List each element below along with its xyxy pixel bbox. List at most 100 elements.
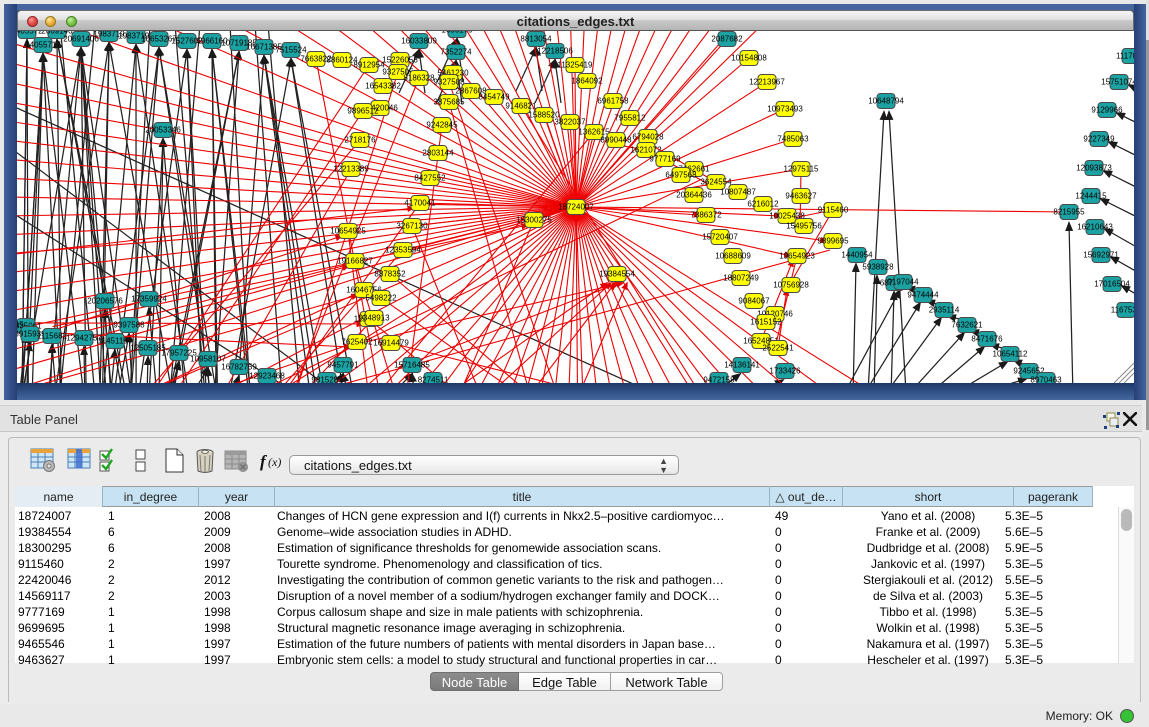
- svg-text:3267130: 3267130: [396, 222, 428, 231]
- svg-text:8454749: 8454749: [478, 93, 510, 102]
- svg-text:10973493: 10973493: [767, 105, 803, 114]
- svg-text:2522541: 2522541: [762, 344, 794, 353]
- svg-text:2087682: 2087682: [711, 35, 743, 44]
- svg-text:17359924: 17359924: [131, 295, 167, 304]
- svg-text:15495756: 15495756: [786, 222, 822, 231]
- svg-text:10648794: 10648794: [868, 97, 904, 106]
- svg-text:8186328: 8186328: [403, 74, 435, 83]
- svg-text:16782759: 16782759: [221, 363, 257, 372]
- svg-text:f: f: [260, 452, 268, 471]
- svg-text:7386372: 7386372: [690, 211, 722, 220]
- svg-text:9397588: 9397588: [113, 321, 145, 330]
- svg-text:12975115: 12975115: [784, 165, 820, 174]
- svg-text:16210643: 16210643: [1077, 223, 1113, 232]
- svg-text:7485063: 7485063: [777, 135, 809, 144]
- svg-text:1244415: 1244415: [1075, 192, 1107, 201]
- svg-text:9457791: 9457791: [327, 361, 359, 370]
- svg-text:16914479: 16914479: [373, 339, 409, 348]
- svg-text:2935114: 2935114: [929, 306, 960, 315]
- svg-text:15226058: 15226058: [382, 56, 418, 65]
- svg-text:6497568: 6497568: [665, 171, 697, 180]
- svg-text:10654112: 10654112: [993, 350, 1029, 359]
- svg-text:9146821: 9146821: [505, 102, 537, 111]
- svg-text:12213967: 12213967: [749, 78, 785, 87]
- svg-text:9197044: 9197044: [887, 278, 919, 287]
- svg-text:1510045: 1510045: [17, 321, 24, 330]
- svg-text:1615152: 1615152: [750, 318, 782, 327]
- svg-text:7625402: 7625402: [341, 338, 373, 347]
- svg-text:10688609: 10688609: [715, 252, 751, 261]
- svg-text:20364436: 20364436: [676, 191, 712, 200]
- svg-text:7955812: 7955812: [614, 114, 646, 123]
- svg-text:1405572: 1405572: [17, 31, 43, 36]
- svg-text:20206576: 20206576: [87, 297, 123, 306]
- svg-text:8274511: 8274511: [418, 376, 449, 384]
- svg-text:9129966: 9129966: [1091, 106, 1123, 115]
- svg-text:9899695: 9899695: [817, 237, 849, 246]
- svg-text:19654923: 19654923: [779, 252, 815, 261]
- svg-text:6794028: 6794028: [632, 133, 664, 142]
- svg-text:12093873: 12093873: [1076, 164, 1112, 173]
- svg-text:19384554: 19384554: [599, 270, 635, 279]
- svg-text:9472158: 9472158: [703, 376, 735, 384]
- svg-text:6961758: 6961758: [597, 97, 629, 106]
- svg-text:5498222: 5498222: [365, 294, 397, 303]
- svg-text:1696175: 1696175: [441, 31, 473, 35]
- svg-text:15716485: 15716485: [394, 361, 430, 370]
- svg-text:9815283: 9815283: [311, 376, 343, 384]
- svg-text:18724007: 18724007: [558, 203, 594, 212]
- svg-text:8990448: 8990448: [600, 136, 632, 145]
- svg-text:3875685: 3875685: [433, 98, 465, 107]
- svg-text:15751074: 15751074: [1101, 78, 1134, 87]
- svg-text:16543382: 16543382: [365, 82, 401, 91]
- svg-text:9115460: 9115460: [818, 206, 849, 215]
- svg-text:12923468: 12923468: [249, 372, 285, 381]
- svg-text:12213389: 12213389: [333, 165, 369, 174]
- svg-text:2718176: 2718176: [344, 136, 376, 145]
- svg-text:9084067: 9084067: [738, 297, 770, 306]
- svg-text:7515524: 7515524: [275, 46, 307, 55]
- svg-text:17016504: 17016504: [1094, 280, 1130, 289]
- svg-text:6216012: 6216012: [747, 200, 779, 209]
- svg-text:15300275: 15300275: [516, 216, 552, 225]
- svg-text:9327508: 9327508: [433, 78, 465, 87]
- svg-text:8912954: 8912954: [353, 61, 385, 70]
- svg-text:7352274: 7352274: [440, 48, 472, 57]
- svg-text:9227349: 9227349: [1083, 135, 1115, 144]
- svg-text:9242845: 9242845: [426, 121, 458, 130]
- svg-text:7632621: 7632621: [951, 321, 983, 330]
- svg-text:8471676: 8471676: [971, 335, 1003, 344]
- svg-text:14055717: 14055717: [25, 41, 61, 50]
- svg-text:1733426: 1733426: [769, 367, 801, 376]
- svg-text:11451194: 11451194: [98, 337, 133, 346]
- svg-text:9348913: 9348913: [358, 314, 390, 323]
- svg-text:10756928: 10756928: [773, 281, 809, 290]
- svg-text:(x): (x): [268, 455, 281, 469]
- svg-text:16033809: 16033809: [401, 37, 437, 46]
- svg-text:9896512: 9896512: [347, 107, 379, 116]
- svg-text:12218506: 12218506: [537, 47, 573, 56]
- svg-text:1115682: 1115682: [37, 332, 68, 341]
- svg-text:10654925: 10654925: [330, 227, 366, 236]
- svg-text:3822037: 3822037: [554, 118, 586, 127]
- svg-text:15720407: 15720407: [702, 233, 738, 242]
- svg-text:14136141: 14136141: [724, 361, 760, 370]
- svg-text:18807249: 18807249: [723, 274, 759, 283]
- svg-text:15692971: 15692971: [1083, 251, 1119, 260]
- svg-text:19166827: 19166827: [337, 257, 373, 266]
- svg-text:1864092: 1864092: [571, 77, 603, 86]
- svg-text:9474444: 9474444: [907, 291, 939, 300]
- svg-text:8878352: 8878352: [374, 270, 406, 279]
- svg-text:1167531: 1167531: [1111, 306, 1134, 315]
- svg-text:11325419: 11325419: [558, 61, 594, 70]
- svg-text:4170041: 4170041: [404, 199, 436, 208]
- svg-text:9777169: 9777169: [649, 155, 681, 164]
- svg-text:8813054: 8813054: [520, 35, 552, 44]
- svg-text:2803144: 2803144: [422, 149, 454, 158]
- svg-text:20053346: 20053346: [145, 126, 181, 135]
- svg-text:5938928: 5938928: [862, 263, 894, 272]
- svg-text:1440954: 1440954: [841, 251, 873, 260]
- svg-text:3624554: 3624554: [700, 178, 732, 187]
- svg-text:8215955: 8215955: [1053, 208, 1085, 217]
- svg-text:10807487: 10807487: [720, 188, 756, 197]
